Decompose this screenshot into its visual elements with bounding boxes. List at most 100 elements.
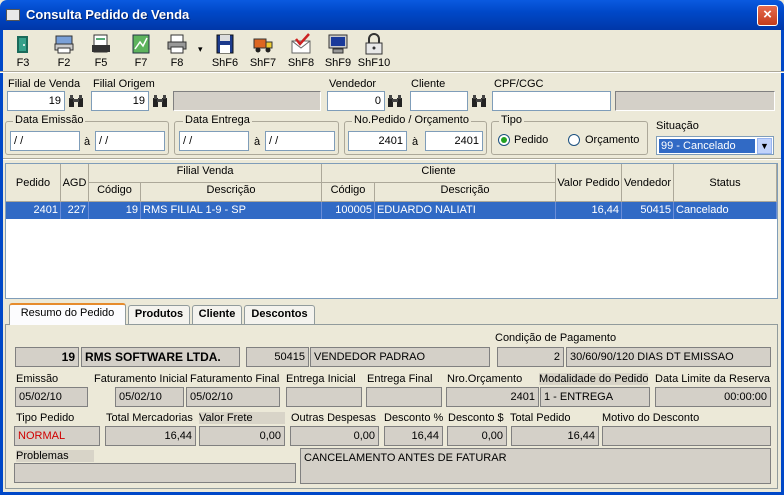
col-header-vendedor[interactable]: Vendedor xyxy=(622,164,674,202)
filial-nome: RMS SOFTWARE LTDA. xyxy=(81,347,240,367)
col-header-descricao[interactable]: Descrição xyxy=(141,183,322,202)
padlock-icon xyxy=(365,33,383,55)
tipo-pedido-radio[interactable] xyxy=(498,134,510,146)
range-separator: à xyxy=(412,136,419,148)
toolbar-button-shf7[interactable]: ShF7 xyxy=(246,32,280,70)
window-title: Consulta Pedido de Venda xyxy=(26,7,190,22)
toolbar-button-f3[interactable]: F3 xyxy=(6,32,40,70)
data-entrega-to-input[interactable]: / / xyxy=(265,131,335,151)
total-mercadorias-value: 16,44 xyxy=(105,426,196,446)
col-header-cliente-codigo[interactable]: Código xyxy=(322,183,375,202)
tab-descontos[interactable]: Descontos xyxy=(244,305,315,324)
toolbar-button-label: F8 xyxy=(170,57,184,69)
col-header-cliente-descricao[interactable]: Descrição xyxy=(375,183,556,202)
fat-inicial-value: 05/02/10 xyxy=(115,387,184,407)
toolbar-button-label: F3 xyxy=(16,57,30,69)
entrega-inicial-value xyxy=(286,387,362,407)
cliente-label: Cliente xyxy=(411,78,446,90)
fat-inicial-label: Faturamento Inicial xyxy=(94,373,188,385)
cell-cliente-descricao: EDUARDO NALIATI xyxy=(375,202,556,219)
filial-origem-input[interactable]: 19 xyxy=(91,91,149,111)
filial-venda-input[interactable]: 19 xyxy=(7,91,65,111)
tab-cliente[interactable]: Cliente xyxy=(192,305,242,324)
vendedor-codigo: 50415 xyxy=(246,347,309,367)
outras-despesas-value: 0,00 xyxy=(290,426,379,446)
cpf-name xyxy=(615,91,775,111)
col-header-valor-pedido[interactable]: Valor Pedido xyxy=(556,164,622,202)
tipo-pedido-value: NORMAL xyxy=(14,426,100,446)
toolbar-button-shf9[interactable]: ShF9 xyxy=(321,32,355,70)
col-header-pedido[interactable]: Pedido xyxy=(6,164,61,202)
emissao-label: Emissão xyxy=(16,373,59,385)
total-pedido-label: Total Pedido xyxy=(510,412,571,424)
fat-final-label: Faturamento Final xyxy=(190,373,280,385)
col-header-status[interactable]: Status xyxy=(674,164,777,202)
valor-frete-value: 0,00 xyxy=(199,426,285,446)
tipo-pedido-label: Tipo Pedido xyxy=(16,412,75,424)
close-button[interactable]: × xyxy=(757,5,778,26)
filial-origem-name xyxy=(173,91,321,111)
situacao-label: Situação xyxy=(656,120,699,132)
situacao-select[interactable]: 99 - Cancelado ▼ xyxy=(656,136,774,155)
emissao-value: 05/02/10 xyxy=(15,387,88,407)
data-entrega-from-input[interactable]: / / xyxy=(179,131,249,151)
toolbar-button-label: F7 xyxy=(134,57,148,69)
data-limite-label: Data Limite da Reserva xyxy=(655,373,770,385)
data-entrega-label: Data Entrega xyxy=(183,114,252,126)
tab-resumo[interactable]: Resumo do Pedido xyxy=(9,303,126,325)
nro-orcamento-label: Nro.Orçamento xyxy=(447,373,523,385)
dropdown-arrow-icon[interactable]: ▾ xyxy=(198,44,203,55)
total-mercadorias-label: Total Mercadorias xyxy=(106,412,193,424)
filial-origem-label: Filial Origem xyxy=(93,78,155,90)
chevron-down-icon[interactable]: ▼ xyxy=(757,138,772,154)
col-header-codigo[interactable]: Código xyxy=(89,183,141,202)
binoculars-icon[interactable] xyxy=(151,92,169,110)
computer-monitor-icon xyxy=(328,34,348,54)
printer-icon xyxy=(167,34,187,54)
entrega-final-value xyxy=(366,387,442,407)
toolbar-button-f2[interactable]: F2 xyxy=(47,32,81,70)
toolbar-button-shf6[interactable]: ShF6 xyxy=(208,32,242,70)
tipo-orcamento-radio[interactable] xyxy=(568,134,580,146)
binoculars-icon[interactable] xyxy=(470,92,488,110)
toolbar-separator xyxy=(0,71,784,73)
cliente-input[interactable] xyxy=(410,91,468,111)
toolbar-button-f7[interactable]: F7 xyxy=(124,32,158,70)
entrega-inicial-label: Entrega Inicial xyxy=(286,373,356,385)
vendedor-input[interactable]: 0 xyxy=(327,91,385,111)
cpf-label: CPF/CGC xyxy=(494,78,544,90)
motivo-desconto-value xyxy=(602,426,771,446)
data-emissao-to-input[interactable]: / / xyxy=(95,131,165,151)
desconto-valor-label: Desconto $ xyxy=(448,412,504,424)
no-pedido-label: No.Pedido / Orçamento xyxy=(352,114,471,126)
app-icon xyxy=(6,9,20,21)
toolbar-button-f5[interactable]: F5 xyxy=(84,32,118,70)
exit-door-icon xyxy=(17,36,28,53)
table-row[interactable]: 2401 227 19 RMS FILIAL 1-9 - SP 100005 E… xyxy=(6,202,777,219)
col-header-agd[interactable]: AGD xyxy=(61,164,89,202)
data-emissao-from-input[interactable]: / / xyxy=(10,131,80,151)
filial-numero: 19 xyxy=(15,347,79,367)
spreadsheet-icon xyxy=(132,34,150,54)
no-pedido-to-input[interactable]: 2401 xyxy=(425,131,483,151)
tipo-label: Tipo xyxy=(499,114,524,126)
tipo-orcamento-label: Orçamento xyxy=(585,134,640,146)
desconto-valor-value: 0,00 xyxy=(447,426,507,446)
cell-cliente-codigo: 100005 xyxy=(322,202,375,219)
toolbar-button-shf10[interactable]: ShF10 xyxy=(357,32,391,70)
valor-frete-label: Valor Frete xyxy=(199,412,285,424)
delivery-truck-icon xyxy=(253,38,273,53)
fat-final-value: 05/02/10 xyxy=(186,387,280,407)
toolbar-button-label: ShF10 xyxy=(357,57,391,69)
no-pedido-from-input[interactable]: 2401 xyxy=(348,131,407,151)
cpf-input[interactable] xyxy=(492,91,611,111)
toolbar-button-shf8[interactable]: ShF8 xyxy=(284,32,318,70)
binoculars-icon[interactable] xyxy=(67,92,85,110)
pedidos-grid[interactable]: Pedido AGD Filial Venda Código Descrição… xyxy=(5,163,778,299)
toolbar-button-f8[interactable]: F8 xyxy=(160,32,194,70)
situacao-selected-value: 99 - Cancelado xyxy=(659,139,755,153)
binoculars-icon[interactable] xyxy=(386,92,404,110)
condicao-label: Condição de Pagamento xyxy=(495,332,617,344)
toolbar-button-label: ShF7 xyxy=(249,57,277,69)
tab-produtos[interactable]: Produtos xyxy=(128,305,190,324)
